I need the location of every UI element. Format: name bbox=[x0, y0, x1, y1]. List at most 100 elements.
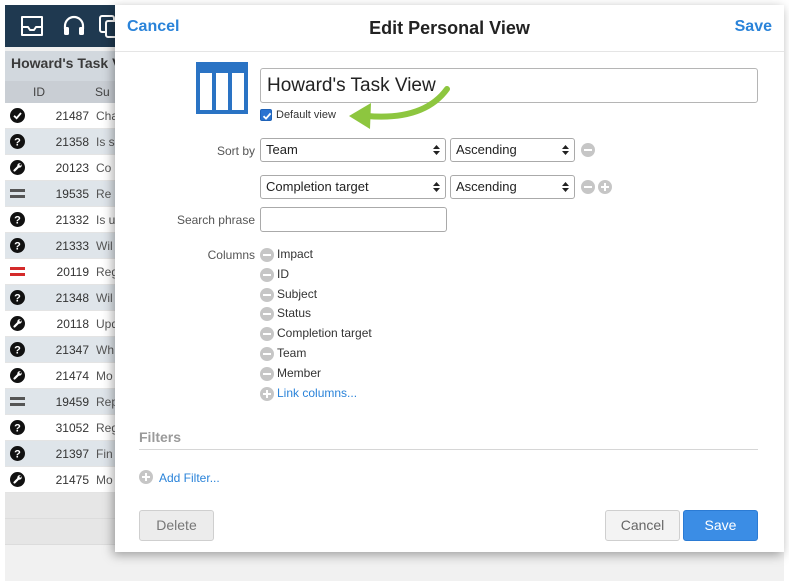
link-columns-link[interactable]: Link columns... bbox=[277, 386, 357, 400]
remove-sort-1-button[interactable] bbox=[581, 143, 595, 157]
row-id: 19535 bbox=[55, 187, 89, 201]
inbox-icon[interactable] bbox=[19, 14, 45, 38]
row-id: 21474 bbox=[55, 369, 89, 383]
table-row[interactable]: 20118 Upd bbox=[5, 311, 120, 337]
remove-column-button[interactable] bbox=[260, 327, 274, 342]
search-phrase-label: Search phrase bbox=[176, 213, 255, 227]
checkmark-icon bbox=[262, 112, 272, 120]
svg-text:?: ? bbox=[14, 214, 21, 226]
row-subject: Mo bbox=[96, 369, 113, 383]
table-row[interactable]: ? 21358 Is s bbox=[5, 129, 120, 155]
wrench-circle-icon bbox=[10, 472, 25, 487]
remove-column-button[interactable] bbox=[260, 248, 274, 262]
sort-direction-select-2[interactable]: Ascending bbox=[450, 175, 575, 199]
svg-text:?: ? bbox=[14, 292, 21, 304]
check-circle-icon bbox=[10, 108, 25, 123]
add-link-columns-icon bbox=[260, 386, 274, 401]
row-id: 21332 bbox=[55, 213, 89, 227]
view-name-input[interactable] bbox=[260, 68, 758, 103]
row-id: 21348 bbox=[55, 291, 89, 305]
filters-heading: Filters bbox=[139, 429, 182, 445]
column-name: Completion target bbox=[277, 326, 372, 341]
select-arrows-icon bbox=[562, 145, 569, 155]
wrench-circle-icon bbox=[10, 316, 25, 331]
sort-direction-select-1[interactable]: Ascending bbox=[450, 138, 575, 162]
row-subject: Re bbox=[96, 187, 112, 201]
table-row[interactable]: 21474 Mo bbox=[5, 363, 120, 389]
row-subject: Is s bbox=[96, 135, 115, 149]
row-id: 21397 bbox=[55, 447, 89, 461]
sort-field-value-2: Completion target bbox=[266, 179, 369, 194]
footer-cancel-button[interactable]: Cancel bbox=[605, 510, 680, 541]
column-name: Team bbox=[277, 345, 307, 360]
table-row[interactable]: ? 31052 Reg bbox=[5, 415, 120, 441]
question-circle-icon: ? bbox=[10, 134, 25, 149]
empty-row bbox=[5, 493, 120, 519]
add-sort-button[interactable] bbox=[598, 180, 612, 194]
remove-sort-2-button[interactable] bbox=[581, 180, 595, 194]
column-name: Status bbox=[277, 306, 312, 321]
row-id: 21487 bbox=[55, 109, 89, 123]
column-header-id[interactable]: ID bbox=[33, 85, 45, 99]
dialog-header: Cancel Edit Personal View Save bbox=[115, 5, 784, 52]
column-name: Subject bbox=[277, 286, 318, 301]
sort-field-select-2[interactable]: Completion target bbox=[260, 175, 446, 199]
remove-column-button[interactable] bbox=[260, 287, 274, 302]
search-phrase-input[interactable] bbox=[260, 207, 447, 232]
remove-column-button[interactable] bbox=[260, 366, 274, 381]
question-circle-icon: ? bbox=[10, 212, 25, 227]
row-subject: Mo bbox=[96, 473, 113, 487]
sort-field-select-1[interactable]: Team bbox=[260, 138, 446, 162]
select-arrows-icon bbox=[433, 182, 440, 192]
table-row[interactable]: 21487 Cha bbox=[5, 103, 120, 129]
table-row[interactable]: ? 21397 Fin bbox=[5, 441, 120, 467]
sort-field-value-1: Team bbox=[266, 142, 298, 157]
wrench-circle-icon bbox=[10, 368, 25, 383]
row-id: 20118 bbox=[56, 317, 89, 331]
dialog-title: Edit Personal View bbox=[369, 18, 530, 38]
columns-label: Columns bbox=[207, 248, 255, 262]
empty-row bbox=[5, 519, 120, 545]
remove-column-button[interactable] bbox=[260, 346, 274, 361]
red-lines-icon bbox=[10, 267, 25, 276]
remove-column-button[interactable] bbox=[260, 307, 274, 322]
header-save-button[interactable]: Save bbox=[735, 18, 772, 36]
sort-by-label: Sort by bbox=[216, 144, 255, 158]
table-row[interactable]: 19459 Rep bbox=[5, 389, 120, 415]
row-id: 20123 bbox=[55, 161, 89, 175]
footer-save-button[interactable]: Save bbox=[683, 510, 758, 541]
lines-icon bbox=[10, 397, 25, 406]
table-row[interactable]: 20123 Co bbox=[5, 155, 120, 181]
remove-column-button[interactable] bbox=[260, 267, 274, 282]
table-row[interactable]: 20119 Reg bbox=[5, 259, 120, 285]
table-row[interactable]: ? 21333 Wil bbox=[5, 233, 120, 259]
svg-text:?: ? bbox=[14, 240, 21, 252]
table-row[interactable]: ? 21348 Wil bbox=[5, 285, 120, 311]
row-subject: Is u bbox=[96, 213, 116, 227]
column-name: Impact bbox=[277, 247, 314, 261]
row-subject: Wil bbox=[96, 291, 113, 305]
row-subject: Wh bbox=[96, 343, 114, 357]
column-header-subject[interactable]: Su bbox=[95, 85, 110, 99]
question-circle-icon: ? bbox=[10, 290, 25, 305]
table-row[interactable]: ? 21347 Wh bbox=[5, 337, 120, 363]
table-row[interactable]: 21475 Mo bbox=[5, 467, 120, 493]
row-subject: Co bbox=[96, 161, 112, 175]
wrench-circle-icon bbox=[10, 160, 25, 175]
task-table-body: 21487 Cha? 21358 Is s 20123 Co 19535 Re? 21332 Is… bbox=[5, 103, 120, 545]
edit-view-dialog: Cancel Edit Personal View Save Default v… bbox=[115, 5, 784, 552]
headset-icon[interactable] bbox=[61, 14, 87, 38]
header-cancel-button[interactable]: Cancel bbox=[127, 18, 179, 36]
default-view-checkbox[interactable] bbox=[260, 109, 272, 121]
table-row[interactable]: ? 21332 Is u bbox=[5, 207, 120, 233]
row-id: 19459 bbox=[55, 395, 89, 409]
row-id: 20119 bbox=[56, 265, 89, 279]
svg-text:?: ? bbox=[14, 136, 21, 148]
row-id: 21475 bbox=[55, 473, 89, 487]
default-view-label[interactable]: Default view bbox=[276, 109, 336, 121]
table-row[interactable]: 19535 Re bbox=[5, 181, 120, 207]
row-id: 21347 bbox=[55, 343, 89, 357]
row-subject: Fin bbox=[96, 447, 113, 461]
sort-direction-value-2: Ascending bbox=[456, 179, 517, 194]
delete-button[interactable]: Delete bbox=[139, 510, 214, 541]
